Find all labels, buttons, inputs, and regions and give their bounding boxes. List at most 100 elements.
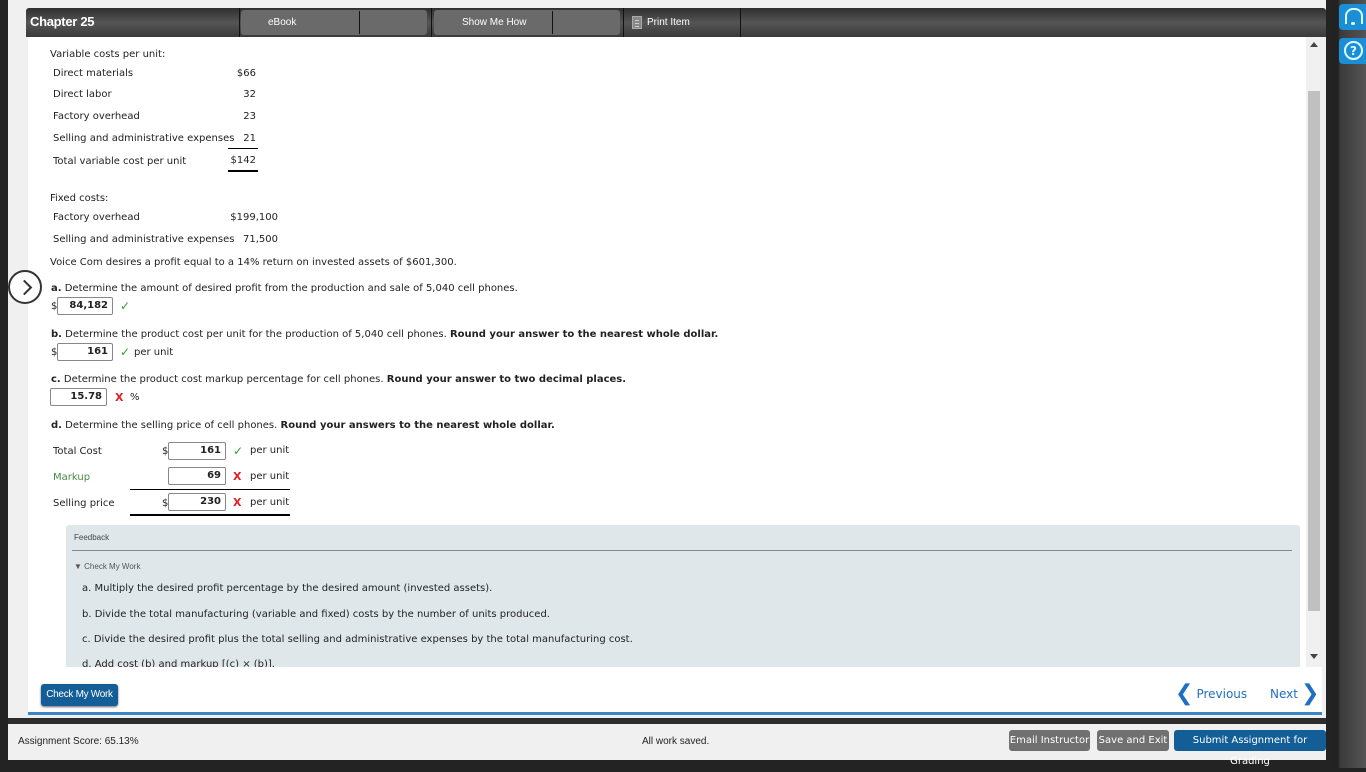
- email-instructor-button[interactable]: Email Instructor: [1009, 730, 1090, 751]
- cost-label: Direct labor: [53, 89, 112, 100]
- feedback-item: d. Add cost (b) and markup [(c) × (b)].: [82, 659, 275, 667]
- check-my-work-toggle[interactable]: ▼ Check My Work: [74, 562, 140, 571]
- incorrect-x-icon: X: [233, 496, 242, 509]
- intro-text: Voice Com desires a profit equal to a 14…: [50, 257, 457, 268]
- print-item-label: Print Item: [647, 17, 690, 28]
- variable-costs-title: Variable costs per unit:: [50, 49, 166, 60]
- next-label: Next: [1270, 687, 1298, 701]
- feedback-item: a. Multiply the desired profit percentag…: [82, 583, 493, 594]
- cost-label: Selling and administrative expenses: [53, 133, 235, 144]
- question-letter: c.: [51, 374, 61, 385]
- row-label-markup: Markup: [53, 472, 91, 483]
- total-cost-input[interactable]: 161: [168, 442, 226, 460]
- incorrect-x-icon: X: [233, 470, 242, 483]
- question-text: Determine the product cost markup percen…: [63, 374, 384, 385]
- total-rule: [228, 170, 258, 172]
- assignment-score: Assignment Score: 65.13%: [18, 736, 139, 747]
- toolbar-divider: [623, 8, 624, 37]
- scroll-thumb[interactable]: [1308, 91, 1320, 611]
- toolbar-divider: [552, 11, 553, 34]
- action-bar: [28, 667, 1322, 715]
- total-value: $142: [230, 155, 256, 166]
- feedback-title: Feedback: [74, 533, 110, 542]
- cost-value: $66: [236, 68, 256, 79]
- help-icon[interactable]: ?: [1339, 38, 1366, 64]
- unit-label: per unit: [250, 497, 290, 508]
- scroll-up-icon[interactable]: [1310, 42, 1318, 47]
- answer-c-input[interactable]: 15.78: [50, 388, 107, 406]
- cost-label: Factory overhead: [53, 111, 140, 122]
- question-instruction: Round your answer to two decimal places.: [386, 374, 627, 385]
- expand-panel-icon[interactable]: [8, 270, 42, 304]
- correct-check-icon: ✓: [120, 299, 131, 313]
- save-status: All work saved.: [642, 736, 710, 747]
- cost-label: Direct materials: [53, 68, 134, 79]
- chevron-right-icon: ❯: [1300, 681, 1320, 706]
- question-instruction: Round your answers to the nearest whole …: [280, 420, 555, 431]
- question-a: a. Determine the amount of desired profi…: [51, 283, 518, 294]
- question-letter: d.: [51, 420, 62, 431]
- check-my-work-button[interactable]: Check My Work: [41, 684, 118, 706]
- subtotal-rule: [130, 489, 290, 490]
- show-me-how-label: Show Me How: [462, 17, 527, 28]
- ebook-label: eBook: [268, 17, 297, 28]
- top-toolbar: Chapter 25 eBook Show Me How Print Item: [26, 8, 1326, 37]
- question-content: Variable costs per unit: Direct material…: [28, 37, 1306, 667]
- question-b: b. Determine the product cost per unit f…: [51, 329, 718, 340]
- scroll-down-icon[interactable]: [1310, 654, 1318, 659]
- fixed-cost-label: Selling and administrative expenses: [53, 234, 235, 245]
- fixed-cost-value: $199,100: [230, 212, 278, 223]
- chevron-left-icon: ❮: [1175, 681, 1194, 706]
- fixed-cost-value: 71,500: [243, 234, 278, 245]
- fixed-cost-label: Factory overhead: [53, 212, 140, 223]
- previous-button[interactable]: ❮ Previous: [1175, 683, 1247, 705]
- next-button[interactable]: Next ❯: [1270, 683, 1319, 705]
- chapter-title: Chapter 25: [30, 14, 95, 29]
- question-instruction: Round your answer to the nearest whole d…: [449, 329, 719, 340]
- toolbar-divider: [431, 8, 432, 37]
- cost-value: 23: [243, 111, 256, 122]
- print-item-button[interactable]: Print Item: [632, 16, 690, 29]
- cost-value: 32: [243, 89, 256, 100]
- footer: Assignment Score: 65.13% All work saved.…: [8, 724, 1326, 767]
- show-me-how-button[interactable]: Show Me How: [434, 10, 620, 35]
- total-label: Total variable cost per unit: [53, 156, 187, 167]
- toolbar-divider: [740, 8, 741, 37]
- unit-label: per unit: [134, 347, 174, 358]
- question-text: Determine the amount of desired profit f…: [64, 283, 518, 294]
- total-rule: [130, 514, 290, 516]
- submit-assignment-button[interactable]: Submit Assignment for Grading: [1174, 730, 1326, 767]
- markup-input[interactable]: 69: [168, 467, 226, 485]
- feedback-panel: Feedback ▼ Check My Work a. Multiply the…: [66, 525, 1300, 667]
- row-label: Total Cost: [53, 446, 102, 457]
- print-icon: [632, 16, 642, 29]
- previous-label: Previous: [1196, 687, 1248, 701]
- question-d: d. Determine the selling price of cell p…: [51, 420, 555, 431]
- feedback-item: b. Divide the total manufacturing (varia…: [82, 609, 550, 620]
- incorrect-x-icon: X: [115, 391, 124, 404]
- right-sidebar: [1330, 0, 1366, 768]
- question-text: Determine the selling price of cell phon…: [65, 420, 278, 431]
- ebook-button[interactable]: eBook: [241, 10, 427, 35]
- selling-price-input[interactable]: 230: [168, 493, 226, 511]
- unit-label: per unit: [250, 445, 290, 456]
- cost-value: 21: [243, 133, 256, 144]
- fixed-costs-title: Fixed costs:: [50, 193, 109, 204]
- save-and-exit-button[interactable]: Save and Exit: [1097, 730, 1169, 751]
- question-letter: a.: [51, 283, 62, 294]
- answer-b-input[interactable]: 161: [57, 343, 113, 361]
- content-scrollbar[interactable]: [1306, 37, 1322, 667]
- toolbar-divider: [239, 8, 240, 37]
- feedback-divider: [72, 550, 1292, 551]
- row-label: Selling price: [53, 498, 115, 509]
- answer-a-input[interactable]: 84,182: [57, 297, 113, 315]
- feedback-item: c. Divide the desired profit plus the to…: [82, 634, 633, 645]
- toolbar-divider: [359, 11, 360, 34]
- unit-label: %: [130, 392, 140, 403]
- question-letter: b.: [51, 329, 62, 340]
- correct-check-icon: ✓: [120, 345, 131, 359]
- unit-label: per unit: [250, 471, 290, 482]
- correct-check-icon: ✓: [233, 444, 244, 458]
- question-text: Determine the product cost per unit for …: [65, 329, 447, 340]
- headset-support-icon[interactable]: [1339, 4, 1366, 30]
